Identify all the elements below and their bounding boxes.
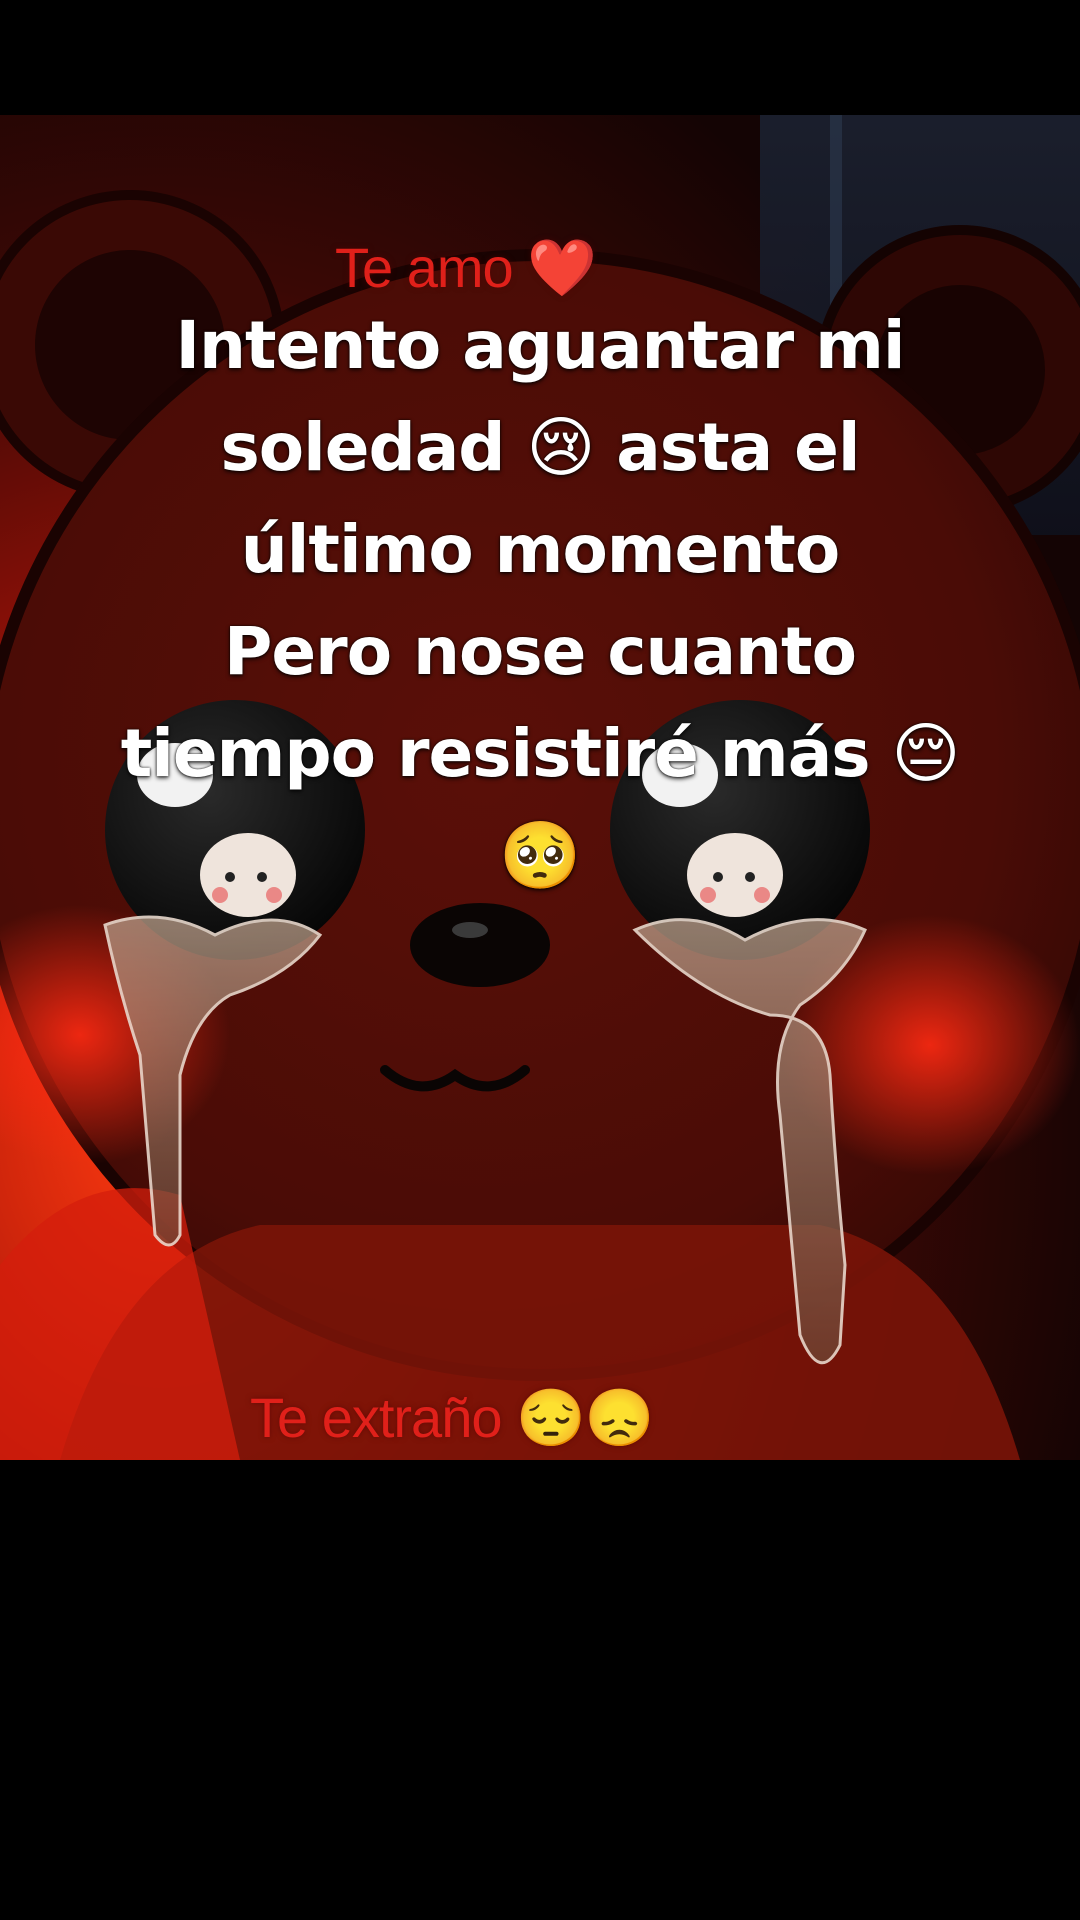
bottom-black-area [0,1460,1080,1920]
caption-text: Intento aguantar mi soledad 😢 asta el úl… [120,307,961,894]
embedded-text-te-amo: Te amo ❤️ [335,236,597,299]
embedded-text-te-extrano: Te extraño 😔😞 [250,1386,654,1449]
